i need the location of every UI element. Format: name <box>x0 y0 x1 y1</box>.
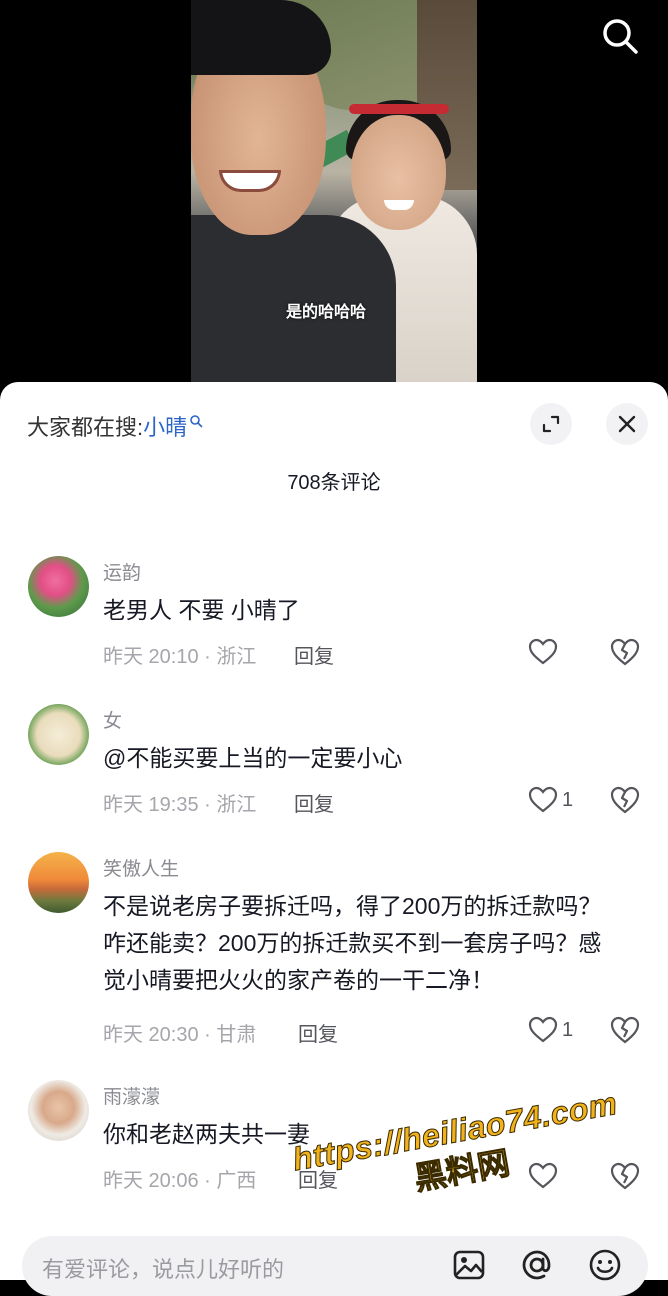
like-button[interactable]: 1 <box>528 1015 573 1045</box>
like-button[interactable] <box>528 637 562 667</box>
video-woman-headband <box>349 104 449 114</box>
broken-heart-icon <box>610 1016 640 1044</box>
heart-icon <box>528 786 558 813</box>
like-count: 1 <box>562 1018 574 1041</box>
search-icon <box>603 19 638 54</box>
dislike-button[interactable] <box>609 637 641 667</box>
comment-username[interactable]: 运韵 <box>103 558 141 585</box>
dislike-button[interactable] <box>609 1015 641 1045</box>
comment-input-placeholder: 有爱评论，说点儿好听的 <box>42 1257 285 1282</box>
at-icon <box>522 1250 551 1280</box>
video-man-hair <box>191 0 331 75</box>
avatar[interactable] <box>28 1080 89 1141</box>
dislike-button[interactable] <box>609 1161 641 1191</box>
video-woman-face <box>351 115 446 230</box>
comment-meta: 昨天 20:06 · 广西 <box>103 1170 257 1192</box>
comment-username[interactable]: 女 <box>103 706 122 733</box>
broken-heart-icon <box>610 786 640 814</box>
comment-text: 不是说老房子要拆迁吗，得了200万的拆迁款吗？咋还能卖？200万的拆迁款买不到一… <box>103 893 602 993</box>
image-button[interactable] <box>450 1246 488 1284</box>
reply-button[interactable]: 回复 <box>298 1018 338 1047</box>
comment-meta: 昨天 20:30 · 甘肃 <box>103 1024 257 1046</box>
comment-meta: 昨天 20:10 · 浙江 <box>103 646 257 668</box>
comment-meta: 昨天 19:35 · 浙江 <box>103 794 257 816</box>
emoji-button[interactable] <box>586 1246 624 1284</box>
expand-button[interactable] <box>530 403 572 445</box>
video-player[interactable]: 是的哈哈哈 <box>0 0 668 400</box>
avatar[interactable] <box>28 704 89 765</box>
avatar[interactable] <box>28 852 89 913</box>
comment-username[interactable]: 笑傲人生 <box>103 854 179 881</box>
comment-username[interactable]: 雨濛濛 <box>103 1082 160 1109</box>
emoji-icon <box>589 1249 621 1281</box>
comment-count: 708条评论 <box>287 472 381 494</box>
hot-search[interactable]: 大家都在搜: 小晴 <box>27 410 203 442</box>
reply-button[interactable]: 回复 <box>294 788 334 817</box>
like-count: 1 <box>562 788 574 811</box>
close-icon <box>618 415 636 433</box>
reply-button[interactable]: 回复 <box>294 640 334 669</box>
small-search-icon <box>190 415 203 428</box>
heart-icon <box>528 638 558 665</box>
comment-text: @不能买要上当的一定要小心 <box>103 745 403 771</box>
mention-button[interactable] <box>518 1246 556 1284</box>
video-subtitle: 是的哈哈哈 <box>286 304 367 321</box>
hot-search-keyword[interactable]: 小晴 <box>143 410 187 442</box>
expand-icon <box>542 415 560 433</box>
broken-heart-icon <box>610 638 640 666</box>
heart-icon <box>528 1016 558 1043</box>
like-button[interactable]: 1 <box>528 785 573 815</box>
comment-text: 老男人 不要 小晴了 <box>103 597 300 623</box>
hot-search-prefix: 大家都在搜: <box>27 415 144 440</box>
video-frame[interactable] <box>191 0 477 382</box>
dislike-button[interactable] <box>609 785 641 815</box>
search-button[interactable] <box>598 14 642 58</box>
comment-input[interactable]: 有爱评论，说点儿好听的 <box>22 1236 648 1296</box>
close-button[interactable] <box>606 403 648 445</box>
image-icon <box>453 1250 485 1280</box>
broken-heart-icon <box>610 1162 640 1190</box>
avatar[interactable] <box>28 556 89 617</box>
